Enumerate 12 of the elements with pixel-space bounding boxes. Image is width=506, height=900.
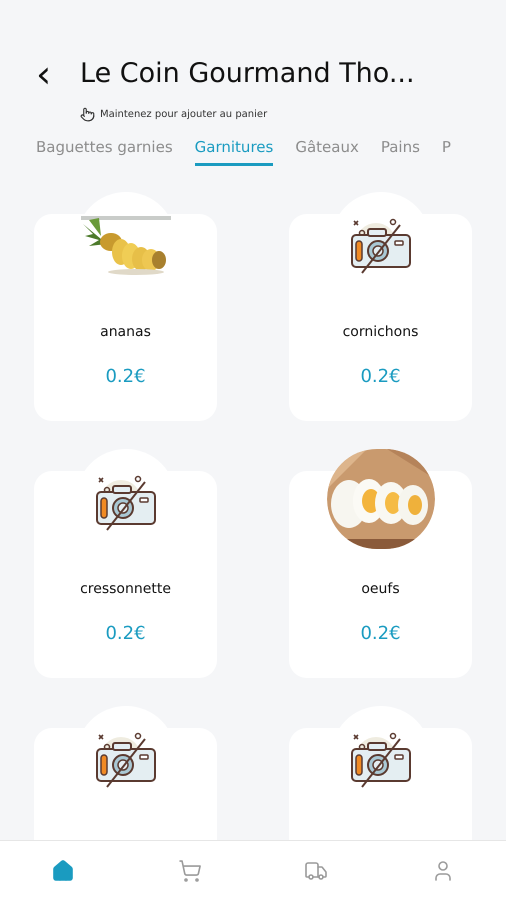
- hint-text: Maintenez pour ajouter au panier: [100, 108, 268, 122]
- product-price: 0.2€: [105, 365, 146, 389]
- product-name: cressonnette: [80, 580, 171, 599]
- store-title: Le Coin Gourmand Tho...: [80, 57, 415, 91]
- product-name: cornichons: [342, 323, 418, 342]
- product-price: 0.2€: [105, 622, 146, 646]
- product-name: ananas: [100, 323, 151, 342]
- hand-pointer-icon: [80, 106, 95, 122]
- product-price: 0.2€: [360, 622, 401, 646]
- back-button[interactable]: ‹: [36, 55, 80, 94]
- product-price: 0.2€: [360, 365, 401, 389]
- product-name: oeufs: [361, 580, 400, 599]
